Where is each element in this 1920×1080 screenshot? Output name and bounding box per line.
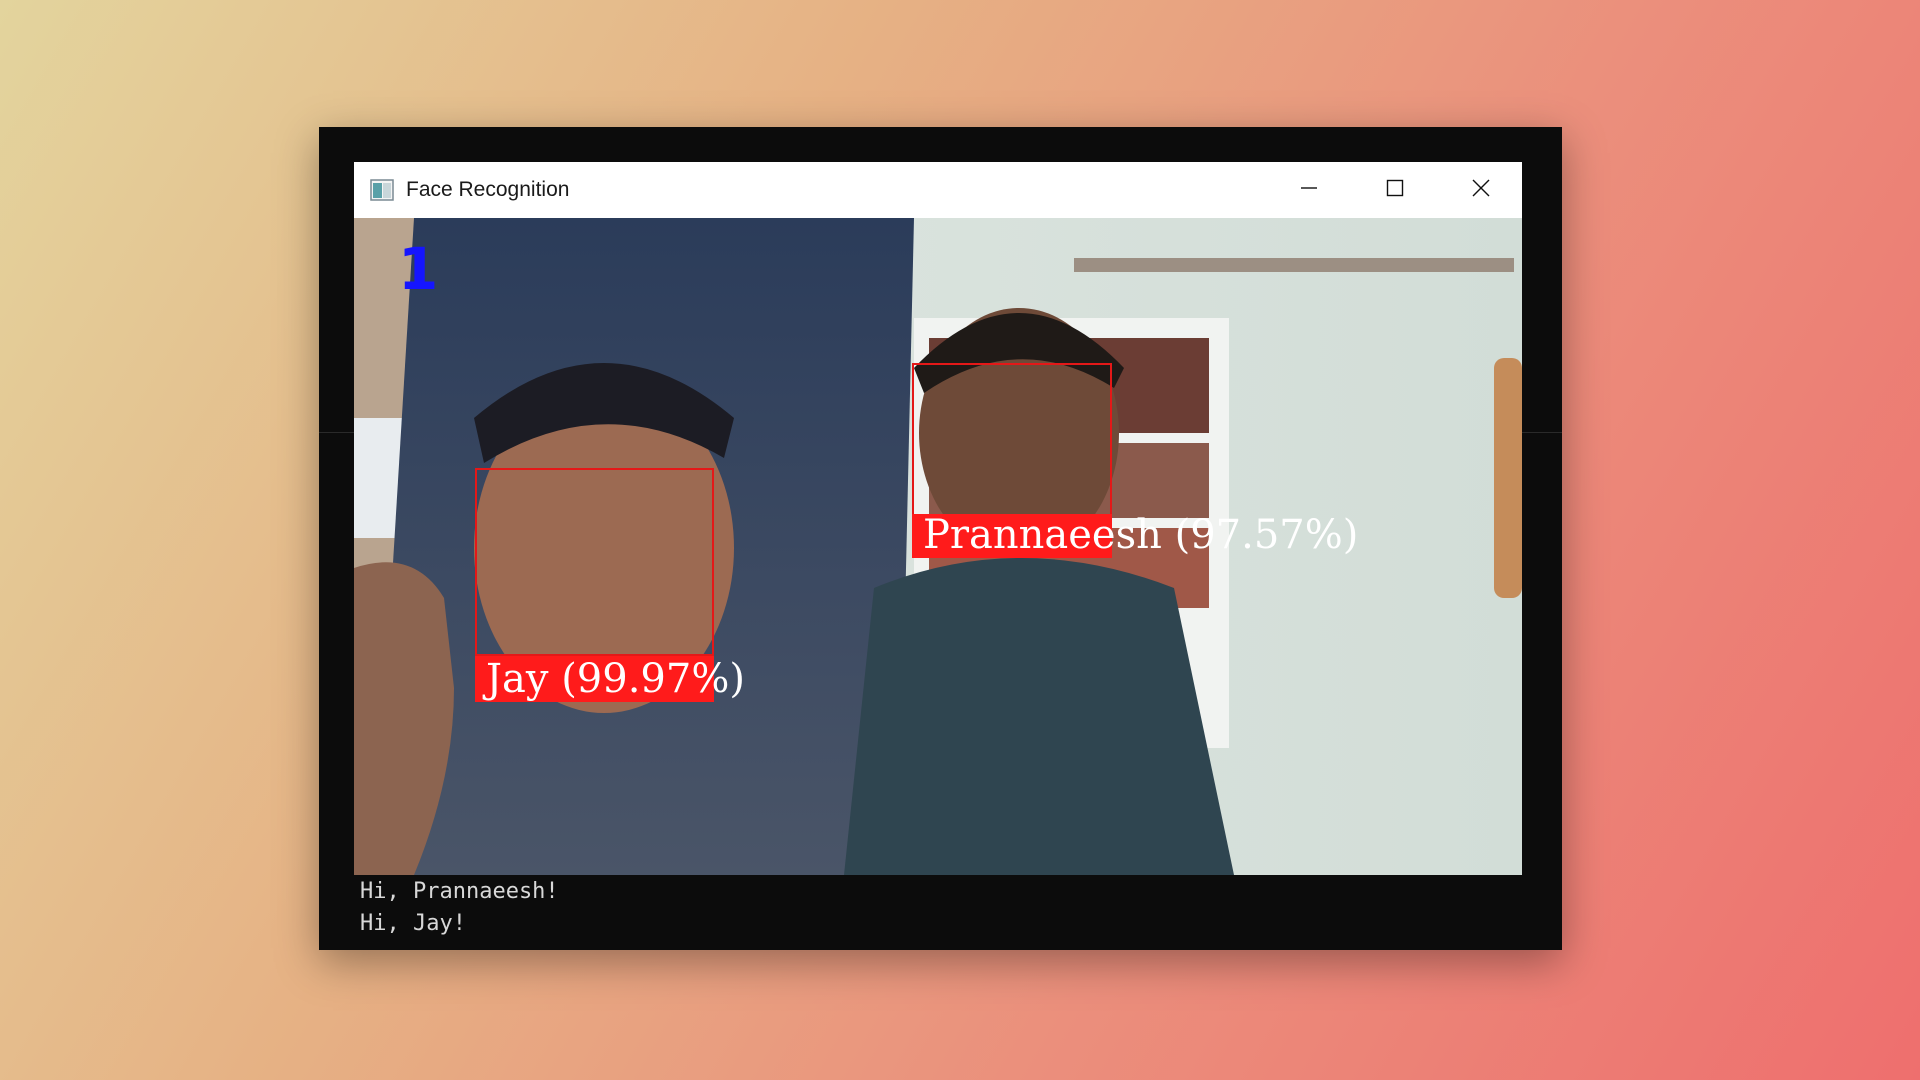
face-label-jay: Jay (99.97%): [486, 656, 745, 702]
face-recognition-window: Face Recognition 1 Jay (99.97%) Prannaee…: [354, 162, 1522, 875]
close-button[interactable]: [1446, 162, 1516, 218]
window-title: Face Recognition: [406, 178, 570, 201]
minimize-icon: [1299, 178, 1319, 203]
title-bar[interactable]: Face Recognition: [354, 162, 1522, 218]
face-box-prannaeesh: [912, 363, 1112, 517]
console-line: Hi, Jay!: [360, 911, 466, 936]
face-box-jay: [475, 468, 714, 656]
console-output: Hi, Prannaeesh! Hi, Jay!: [360, 876, 559, 940]
camera-frame: 1 Jay (99.97%) Prannaeesh (97.57%): [354, 218, 1522, 875]
fps-counter: 1: [398, 235, 439, 303]
close-icon: [1471, 178, 1491, 203]
maximize-button[interactable]: [1360, 162, 1430, 218]
console-line: Hi, Prannaeesh!: [360, 879, 559, 904]
face-label-prannaeesh: Prannaeesh (97.57%): [923, 512, 1359, 558]
maximize-icon: [1385, 178, 1405, 203]
app-window-icon: [370, 179, 394, 201]
minimize-button[interactable]: [1274, 162, 1344, 218]
